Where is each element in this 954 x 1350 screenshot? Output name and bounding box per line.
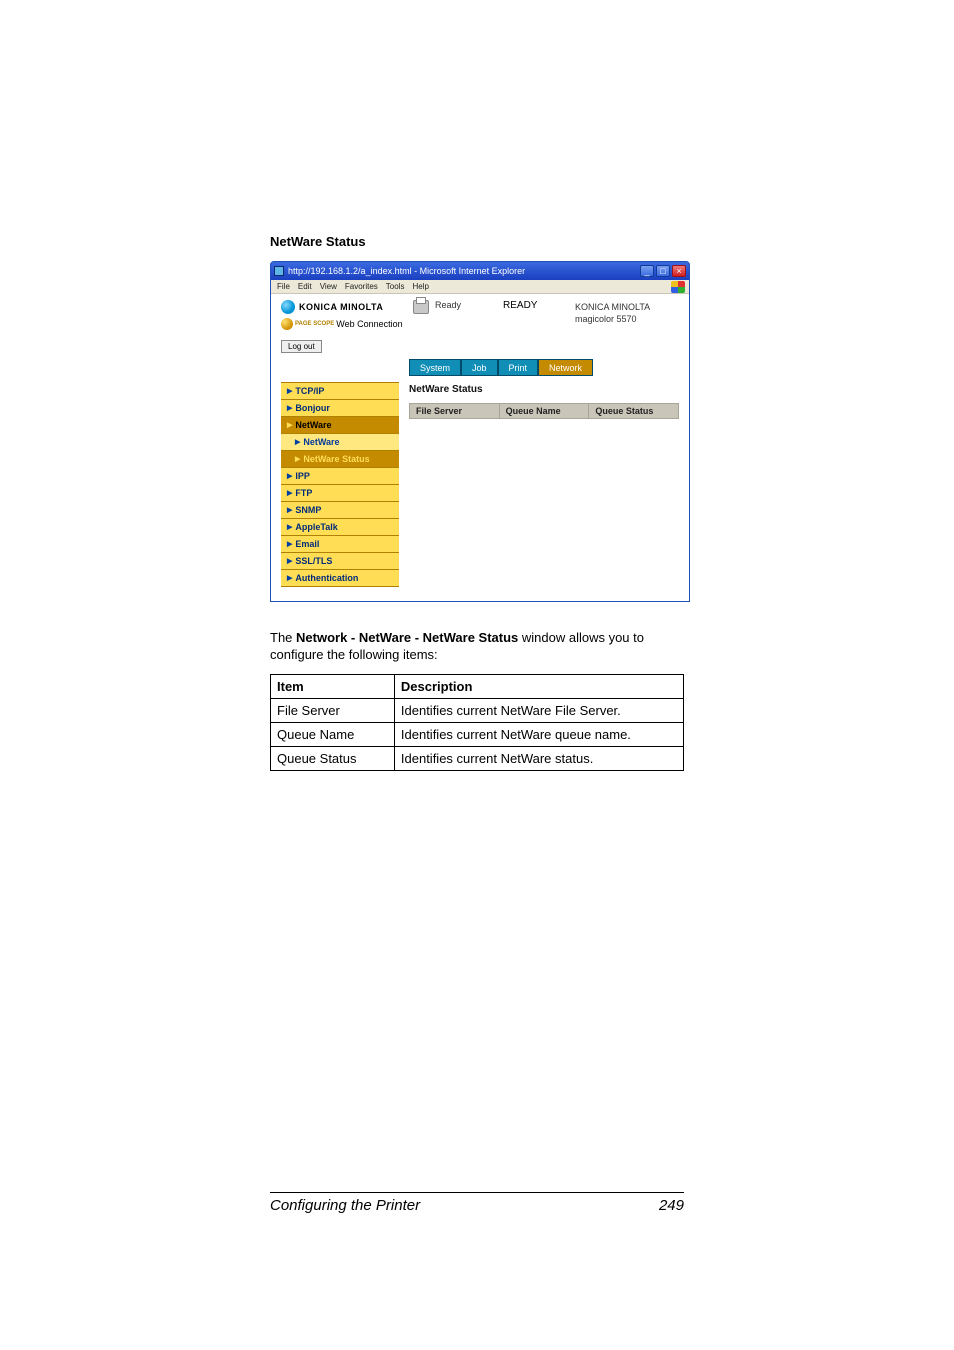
menu-view[interactable]: View <box>320 282 337 291</box>
menubar: File Edit View Favorites Tools Help <box>271 280 689 294</box>
cell-item: File Server <box>271 698 395 722</box>
maximize-icon[interactable]: □ <box>656 265 670 277</box>
tab-job[interactable]: Job <box>461 359 498 376</box>
cell-item: Queue Name <box>271 722 395 746</box>
model-block: KONICA MINOLTA magicolor 5570 <box>575 300 679 325</box>
column-headers: File Server Queue Name Queue Status <box>409 403 679 419</box>
window-titlebar: http://192.168.1.2/a_index.html - Micros… <box>271 262 689 280</box>
tab-system[interactable]: System <box>409 359 461 376</box>
cell-desc: Identifies current NetWare queue name. <box>394 722 683 746</box>
sidebar-item-authentication[interactable]: ▶Authentication <box>281 569 399 587</box>
pagescope-globe-icon <box>281 318 293 330</box>
sidebar-subitem-netware[interactable]: ▶NetWare <box>281 433 399 450</box>
chevron-right-icon: ▶ <box>295 455 300 463</box>
sidebar-item-appletalk[interactable]: ▶AppleTalk <box>281 518 399 535</box>
chevron-down-icon: ▶ <box>287 421 292 429</box>
sidebar-item-label: FTP <box>295 488 312 498</box>
col-queue-status: Queue Status <box>589 403 679 419</box>
sidebar-item-bonjour[interactable]: ▶Bonjour <box>281 399 399 416</box>
model-line2: magicolor 5570 <box>575 314 679 326</box>
section-heading: NetWare Status <box>270 234 684 249</box>
menu-help[interactable]: Help <box>412 282 428 291</box>
printer-icon <box>413 300 429 314</box>
table-row: Queue Status Identifies current NetWare … <box>271 746 684 770</box>
content-pane: NetWare Status File Server Queue Name Qu… <box>409 382 679 587</box>
table-row: File Server Identifies current NetWare F… <box>271 698 684 722</box>
sidebar-item-label: AppleTalk <box>295 522 337 532</box>
chevron-right-icon: ▶ <box>287 523 292 531</box>
window-buttons: _ □ × <box>640 265 686 277</box>
pagescope-label: Web Connection <box>336 319 402 329</box>
status-ready-small: Ready <box>435 300 461 310</box>
footer-page-number: 249 <box>659 1197 684 1214</box>
footer-rule <box>270 1192 684 1193</box>
brand-name: KONICA MINOLTA <box>299 302 383 312</box>
cell-desc: Identifies current NetWare status. <box>394 746 683 770</box>
table-header-row: Item Description <box>271 674 684 698</box>
chevron-right-icon: ▶ <box>287 540 292 548</box>
chevron-right-icon: ▶ <box>287 404 292 412</box>
tab-print[interactable]: Print <box>498 359 539 376</box>
menu-file[interactable]: File <box>277 282 290 291</box>
chevron-right-icon: ▶ <box>287 506 292 514</box>
sidebar-item-snmp[interactable]: ▶SNMP <box>281 501 399 518</box>
sidebar-item-ipp[interactable]: ▶IPP <box>281 467 399 484</box>
menu-edit[interactable]: Edit <box>298 282 312 291</box>
menu-favorites[interactable]: Favorites <box>345 282 378 291</box>
sidebar-item-label: Authentication <box>295 573 358 583</box>
windows-flag-icon <box>671 281 685 293</box>
km-logo-icon <box>281 300 295 314</box>
status-ready-big: READY <box>503 300 537 311</box>
sidebar-item-netware[interactable]: ▶NetWare <box>281 416 399 433</box>
brand-block: KONICA MINOLTA PAGE SCOPE Web Connection <box>281 300 405 330</box>
ie-window-screenshot: http://192.168.1.2/a_index.html - Micros… <box>270 261 690 602</box>
th-description: Description <box>394 674 683 698</box>
model-line1: KONICA MINOLTA <box>575 302 679 314</box>
sidebar-item-label: NetWare <box>295 420 331 430</box>
pagescope-small-label: PAGE SCOPE <box>295 321 334 327</box>
sidebar-item-label: SNMP <box>295 505 321 515</box>
sidebar-item-label: IPP <box>295 471 310 481</box>
ie-icon <box>274 266 284 276</box>
minimize-icon[interactable]: _ <box>640 265 654 277</box>
pane-body-empty <box>409 419 679 527</box>
chevron-right-icon: ▶ <box>287 387 292 395</box>
sidebar: ▶TCP/IP ▶Bonjour ▶NetWare ▶NetWare ▶NetW… <box>281 382 399 587</box>
sidebar-subitem-netware-status[interactable]: ▶NetWare Status <box>281 450 399 467</box>
chevron-right-icon: ▶ <box>287 472 292 480</box>
table-row: Queue Name Identifies current NetWare qu… <box>271 722 684 746</box>
cell-desc: Identifies current NetWare File Server. <box>394 698 683 722</box>
sidebar-item-label: SSL/TLS <box>295 556 332 566</box>
sidebar-item-label: NetWare Status <box>303 454 369 464</box>
sidebar-item-label: Bonjour <box>295 403 330 413</box>
logout-button[interactable]: Log out <box>281 340 322 353</box>
col-file-server: File Server <box>409 403 500 419</box>
sidebar-item-ssltls[interactable]: ▶SSL/TLS <box>281 552 399 569</box>
page-footer: Configuring the Printer 249 <box>270 1192 684 1214</box>
menu-tools[interactable]: Tools <box>386 282 405 291</box>
chevron-right-icon: ▶ <box>287 557 292 565</box>
cell-item: Queue Status <box>271 746 395 770</box>
description-table: Item Description File Server Identifies … <box>270 674 684 771</box>
sidebar-item-ftp[interactable]: ▶FTP <box>281 484 399 501</box>
th-item: Item <box>271 674 395 698</box>
sidebar-item-label: NetWare <box>303 437 339 447</box>
pane-title: NetWare Status <box>409 384 679 395</box>
window-title: http://192.168.1.2/a_index.html - Micros… <box>288 266 525 276</box>
tab-network[interactable]: Network <box>538 359 593 376</box>
chevron-right-icon: ▶ <box>295 438 300 446</box>
sidebar-item-tcpip[interactable]: ▶TCP/IP <box>281 382 399 399</box>
para-prefix: The <box>270 630 296 645</box>
intro-paragraph: The Network - NetWare - NetWare Status w… <box>270 630 684 664</box>
tab-bar: System Job Print Network <box>409 359 689 376</box>
para-bold: Network - NetWare - NetWare Status <box>296 630 518 645</box>
close-icon[interactable]: × <box>672 265 686 277</box>
chevron-right-icon: ▶ <box>287 574 292 582</box>
sidebar-item-label: TCP/IP <box>295 386 324 396</box>
chevron-right-icon: ▶ <box>287 489 292 497</box>
sidebar-item-email[interactable]: ▶Email <box>281 535 399 552</box>
col-queue-name: Queue Name <box>500 403 590 419</box>
footer-title: Configuring the Printer <box>270 1197 420 1214</box>
sidebar-item-label: Email <box>295 539 319 549</box>
